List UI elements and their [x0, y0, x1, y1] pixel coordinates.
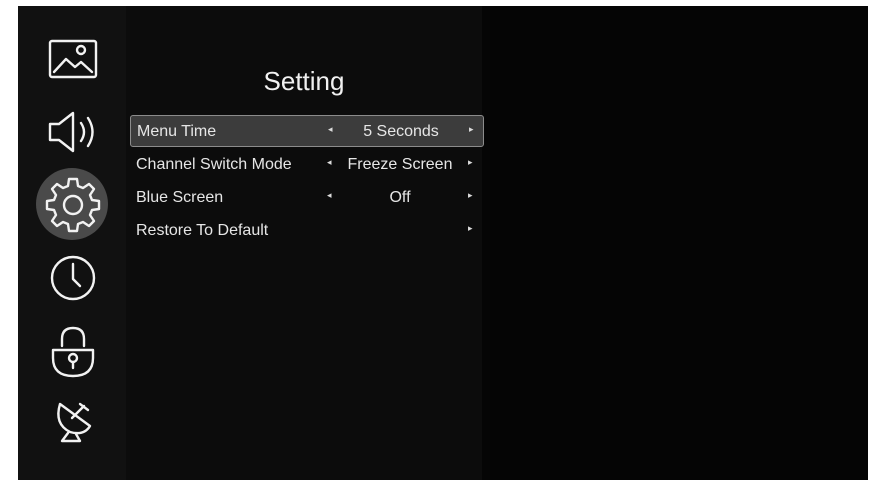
- menu-row-channel-switch-mode[interactable]: Channel Switch Mode ◂ Freeze Screen ▸: [130, 149, 484, 181]
- right-arrow-icon[interactable]: ▸: [468, 157, 473, 168]
- satellite-dish-icon: [57, 402, 92, 443]
- tv-menu-screen: Setting Menu Time ◂ 5 Seconds ▸ Channel …: [18, 6, 868, 480]
- sidebar-item-lock[interactable]: [35, 314, 111, 390]
- row-label: Menu Time: [137, 123, 217, 140]
- row-value: 5 Seconds: [363, 123, 439, 140]
- row-label: Restore To Default: [136, 222, 269, 239]
- row-value: Freeze Screen: [347, 156, 453, 173]
- left-arrow-icon[interactable]: ◂: [327, 157, 332, 168]
- sidebar-item-sound[interactable]: [35, 94, 111, 170]
- menu-row-menu-time[interactable]: Menu Time ◂ 5 Seconds ▸: [130, 115, 484, 147]
- row-label: Blue Screen: [136, 189, 224, 206]
- setting-panel: Setting Menu Time ◂ 5 Seconds ▸ Channel …: [126, 6, 484, 480]
- right-arrow-icon[interactable]: ▸: [469, 124, 474, 135]
- sidebar-item-channel[interactable]: [35, 382, 111, 458]
- picture-icon: [48, 39, 98, 79]
- sidebar-item-time[interactable]: [35, 240, 111, 316]
- page-title: Setting: [263, 66, 345, 96]
- right-arrow-icon[interactable]: ▸: [468, 223, 473, 234]
- sidebar-item-setting[interactable]: [35, 167, 111, 243]
- clock-icon: [50, 255, 96, 301]
- speaker-icon: [48, 111, 94, 153]
- menu-category-sidebar: [18, 6, 126, 480]
- right-arrow-icon[interactable]: ▸: [468, 190, 473, 201]
- left-arrow-icon[interactable]: ◂: [328, 124, 333, 135]
- gear-icon: [45, 177, 101, 233]
- left-arrow-icon[interactable]: ◂: [327, 190, 332, 201]
- row-label: Channel Switch Mode: [136, 156, 292, 173]
- row-value: Off: [389, 189, 411, 206]
- menu-row-blue-screen[interactable]: Blue Screen ◂ Off ▸: [130, 182, 484, 214]
- lock-icon: [51, 326, 95, 378]
- sidebar-item-picture[interactable]: [35, 22, 111, 98]
- menu-row-restore-to-default[interactable]: Restore To Default ▸: [130, 215, 484, 247]
